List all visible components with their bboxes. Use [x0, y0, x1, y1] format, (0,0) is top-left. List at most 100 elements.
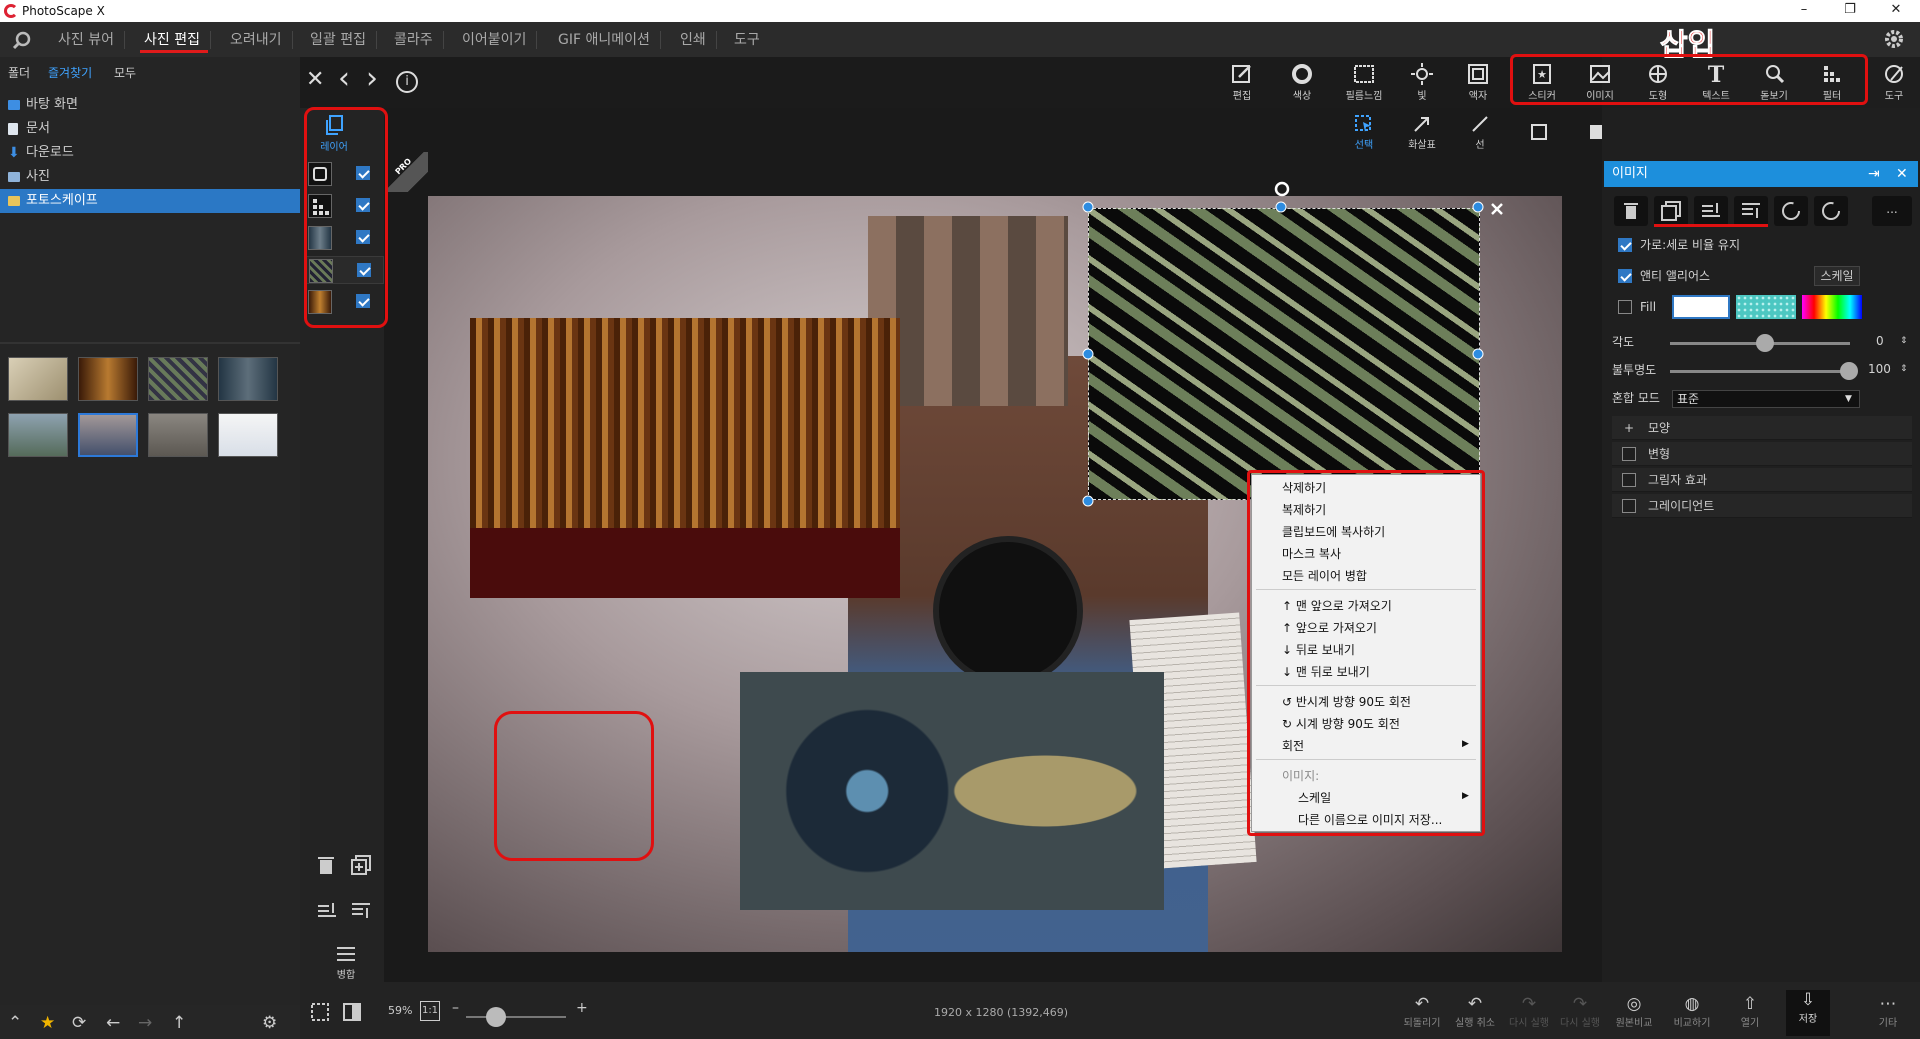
angle-spinner-icon[interactable]: ⇕	[1900, 330, 1908, 352]
zoom-in-button[interactable]: +	[576, 1000, 588, 1016]
redo-button[interactable]: ↷ 다시 실행	[1504, 994, 1554, 1029]
duplicate-layer-button[interactable]	[1654, 196, 1688, 226]
thumbnail-selected[interactable]	[78, 413, 138, 457]
tool-frame[interactable]: 액자	[1458, 63, 1498, 102]
menu-photo-viewer[interactable]: 사진 뷰어	[48, 31, 125, 49]
zoom-level[interactable]: 59%	[388, 1004, 412, 1017]
more-options-button[interactable]: ...	[1872, 196, 1912, 226]
tab-all[interactable]: 모두	[114, 64, 136, 81]
angle-slider-knob[interactable]	[1756, 334, 1774, 352]
minimize-button[interactable]: –	[1790, 2, 1818, 20]
opacity-spinner-icon[interactable]: ⇕	[1900, 358, 1908, 380]
compare-button[interactable]: ◍ 비교하기	[1668, 994, 1716, 1029]
chevron-up-icon[interactable]: ⌃	[8, 1013, 22, 1033]
thumbnail[interactable]	[218, 413, 278, 457]
blend-mode-select[interactable]: 표준 ▼	[1672, 390, 1860, 408]
zoom-out-button[interactable]: –	[452, 1000, 459, 1016]
compare-original-button[interactable]: ◎ 원본비교	[1610, 994, 1658, 1029]
gradient-checkbox[interactable]	[1622, 499, 1636, 513]
menu-batch-edit[interactable]: 일괄 편집	[300, 31, 377, 49]
menu-combine[interactable]: 이어붙이기	[452, 31, 538, 49]
opacity-slider[interactable]	[1670, 370, 1850, 373]
menu-photo-edit[interactable]: 사진 편집	[134, 31, 211, 49]
close-panel-icon[interactable]: ✕	[1896, 161, 1908, 187]
back-arrow-icon[interactable]: ←	[106, 1013, 120, 1033]
face-mask-image[interactable]	[740, 672, 1164, 910]
subtool-line[interactable]: 선	[1460, 114, 1500, 151]
maximize-button[interactable]: ❐	[1836, 2, 1864, 20]
zoom-slider-knob[interactable]	[486, 1007, 506, 1027]
pin-icon[interactable]: ⇥	[1868, 161, 1880, 187]
fill-gradient-swatch[interactable]	[1802, 295, 1862, 319]
thumbnail[interactable]	[8, 413, 68, 457]
next-image-button[interactable]: ›	[366, 61, 378, 96]
menu-cutout[interactable]: 오려내기	[220, 31, 293, 49]
fill-checkbox[interactable]	[1618, 300, 1632, 314]
tab-favorites[interactable]: 즐겨찾기	[48, 64, 92, 81]
menu-tools[interactable]: 도구	[724, 31, 770, 49]
section-transform[interactable]: 변형	[1612, 442, 1912, 466]
info-button[interactable]: i	[396, 71, 418, 93]
bring-forward-button[interactable]	[1694, 196, 1728, 226]
fill-color-swatch[interactable]	[1672, 295, 1730, 319]
rotate-cw-button[interactable]	[1814, 196, 1848, 226]
merge-button[interactable]: 병합	[324, 944, 368, 981]
undo-button[interactable]: ↶ 실행 취소	[1450, 994, 1500, 1029]
tree-item-photoscape[interactable]: 포토스케이프	[0, 189, 300, 213]
menu-gif[interactable]: GIF 애니메이션	[548, 31, 661, 49]
tool-tools[interactable]: 도구	[1874, 63, 1914, 102]
rotate-ccw-button[interactable]	[1774, 196, 1808, 226]
search-icon[interactable]	[12, 30, 32, 50]
settings-gear-icon[interactable]: ⚙	[262, 1013, 277, 1033]
tool-film[interactable]: 필름느낌	[1336, 63, 1392, 102]
bring-forward-icon[interactable]	[316, 900, 338, 920]
angle-value[interactable]: 0	[1876, 330, 1884, 352]
open-button[interactable]: ⇧ 열기	[1728, 994, 1772, 1029]
close-editor-button[interactable]: ✕	[306, 67, 324, 92]
antialias-checkbox[interactable]	[1618, 269, 1632, 283]
tree-item-desktop[interactable]: 바탕 화면	[0, 93, 300, 117]
gear-icon[interactable]	[1883, 28, 1905, 50]
menu-print[interactable]: 인쇄	[670, 31, 717, 49]
opacity-slider-knob[interactable]	[1840, 362, 1858, 380]
delete-layer-button[interactable]	[1614, 196, 1648, 226]
actual-size-button[interactable]: 1:1	[420, 1001, 440, 1021]
tool-light[interactable]: 빛	[1402, 63, 1442, 102]
thumbnail[interactable]	[218, 357, 278, 401]
zoom-slider[interactable]	[466, 1016, 566, 1018]
tab-folder[interactable]: 폴더	[8, 64, 30, 81]
send-backward-icon[interactable]	[350, 900, 372, 920]
tree-item-downloads[interactable]: ⬇ 다운로드	[0, 141, 300, 165]
thumbnail[interactable]	[148, 357, 208, 401]
theater-curtain-image[interactable]	[470, 318, 900, 598]
menu-collage[interactable]: 콜라주	[384, 31, 444, 49]
forward-arrow-icon[interactable]: →	[138, 1013, 152, 1033]
refresh-icon[interactable]: ⟳	[72, 1013, 86, 1033]
section-gradient[interactable]: 그레이디언트	[1612, 494, 1912, 518]
thumbnail[interactable]	[148, 413, 208, 457]
opacity-value[interactable]: 100	[1868, 358, 1891, 380]
more-button[interactable]: ⋯ 기타	[1866, 994, 1910, 1029]
thumbnail[interactable]	[8, 357, 68, 401]
send-backward-button[interactable]	[1734, 196, 1768, 226]
selection-handles[interactable]	[1080, 172, 1500, 512]
section-shadow[interactable]: 그림자 효과	[1612, 468, 1912, 492]
remove-layer-icon[interactable]	[1488, 200, 1506, 218]
rotate-handle-icon[interactable]	[1272, 180, 1292, 198]
tree-item-documents[interactable]: 문서	[0, 117, 300, 141]
fit-screen-icon[interactable]	[310, 1002, 330, 1022]
up-arrow-icon[interactable]: ↑	[172, 1013, 186, 1033]
trash-icon[interactable]	[316, 854, 336, 876]
subtool-select[interactable]: 선택	[1344, 114, 1384, 151]
scale-button[interactable]: 스케일	[1814, 266, 1860, 286]
split-view-icon[interactable]	[342, 1002, 362, 1022]
star-icon[interactable]: ★	[40, 1013, 55, 1033]
rect-outline-icon[interactable]	[1530, 123, 1548, 141]
revert-button[interactable]: ↶ 되돌리기	[1398, 994, 1446, 1029]
thumbnail[interactable]	[78, 357, 138, 401]
prev-image-button[interactable]: ‹	[338, 61, 350, 96]
redo-button-2[interactable]: ↷ 다시 실행	[1558, 994, 1602, 1029]
tree-item-pictures[interactable]: 사진	[0, 165, 300, 189]
keep-ratio-checkbox[interactable]	[1618, 238, 1632, 252]
save-button[interactable]: ⇩ 저장	[1786, 990, 1830, 1036]
